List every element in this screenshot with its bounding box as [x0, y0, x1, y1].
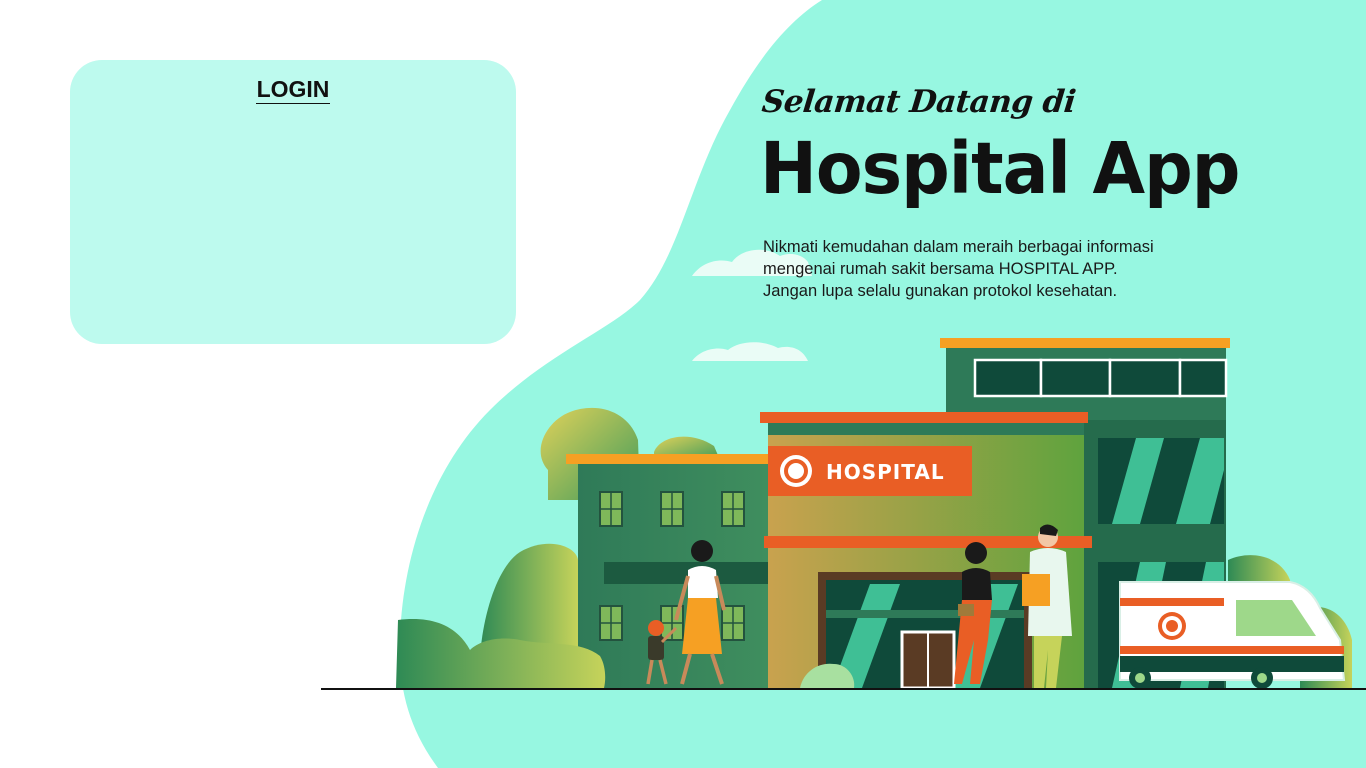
login-title[interactable]: LOGIN: [255, 76, 331, 104]
app-description: Nikmati kemudahan dalam meraih berbagai …: [763, 236, 1223, 302]
main-roof-shadow: [768, 423, 1084, 435]
hospital-sign-text: HOSPITAL: [826, 460, 945, 484]
description-line: Nikmati kemudahan dalam meraih berbagai …: [763, 238, 1154, 256]
login-panel: LOGIN: [70, 60, 516, 344]
right-top-windows: [973, 358, 1228, 398]
left-roof: [566, 454, 770, 464]
main-roof: [760, 412, 1088, 423]
entrance-bar: [826, 610, 1024, 618]
right-roof: [940, 338, 1230, 348]
app-title: Hospital App: [760, 128, 1240, 211]
ambulance: [1119, 581, 1346, 689]
welcome-text: Selamat Datang di: [760, 84, 1078, 120]
description-line: Jangan lupa selalu gunakan protokol kese…: [763, 282, 1118, 300]
hospital-sign: HOSPITAL: [768, 446, 972, 496]
description-line: mengenai rumah sakit bersama HOSPITAL AP…: [763, 260, 1118, 278]
